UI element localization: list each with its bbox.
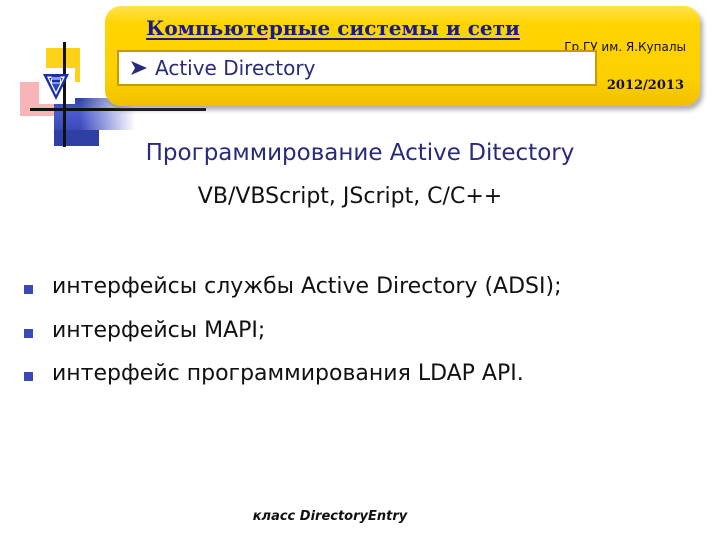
slide-header-banner: Компьютерные системы и сети Гр.ГУ им. Я.… bbox=[105, 6, 700, 106]
list-item: интерфейсы MAPI; bbox=[24, 316, 704, 346]
topic-bar: Active Directory bbox=[117, 50, 597, 86]
course-title: Компьютерные системы и сети bbox=[146, 16, 520, 40]
square-bullet-icon bbox=[24, 328, 33, 338]
topic-label: Active Directory bbox=[155, 56, 316, 80]
list-item-text: интерфейсы службы Active Directory (ADSI… bbox=[52, 274, 562, 299]
square-bullet-icon bbox=[24, 285, 33, 294]
slide-canvas: Компьютерные системы и сети Гр.ГУ им. Я.… bbox=[0, 0, 720, 540]
arrow-bullet-icon bbox=[131, 61, 147, 75]
square-bullet-icon bbox=[24, 372, 33, 382]
list-item-text: интерфейсы MAPI; bbox=[52, 317, 266, 343]
slide-subheading: VB/VBScript, JScript, C/C++ bbox=[197, 184, 503, 209]
slide-heading: Программирование Active Ditectory bbox=[145, 140, 575, 166]
footnote-text: класс DirectoryEntry bbox=[252, 509, 408, 524]
list-item: интерфейс программирования LDAP API. bbox=[24, 359, 704, 389]
logo-horizontal-rule bbox=[30, 108, 206, 111]
academic-year-label: 2012/2013 bbox=[606, 78, 684, 93]
triangle-emblem-icon bbox=[43, 74, 69, 100]
bullet-list: интерфейсы службы Active Directory (ADSI… bbox=[24, 272, 704, 403]
list-item-text: интерфейс программирования LDAP API. bbox=[52, 361, 524, 387]
list-item: интерфейсы службы Active Directory (ADSI… bbox=[24, 272, 704, 302]
